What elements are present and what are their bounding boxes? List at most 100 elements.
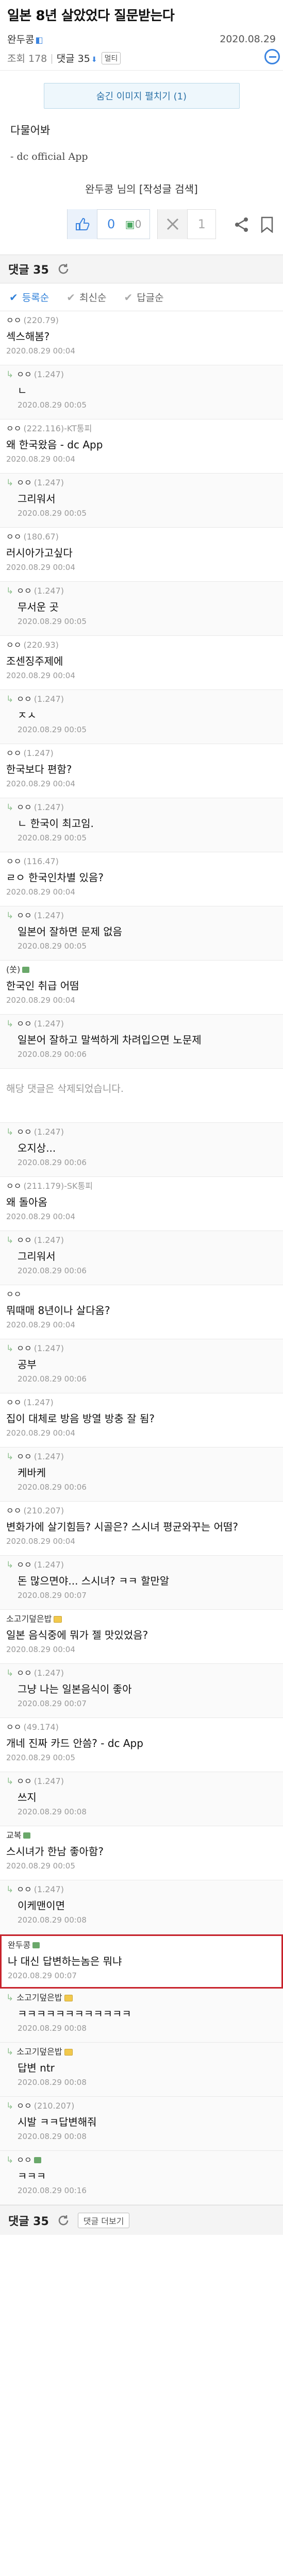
multi-chip[interactable]: 멀티 — [101, 52, 121, 64]
author-row: 완두콩 ◧ 2020.08.29 — [7, 32, 276, 46]
comment-nickname[interactable]: ㅇㅇ — [16, 2100, 31, 2112]
comment-timestamp: 2020.08.29 00:05 — [18, 617, 87, 626]
sort-replies[interactable]: ✔ 답글순 — [124, 290, 163, 304]
comment-ip: (220.93) — [23, 640, 59, 650]
share-icon[interactable] — [234, 216, 250, 233]
comment-nickname[interactable]: (쏫) — [6, 964, 20, 976]
comment-nickname[interactable]: ㅇㅇ — [16, 1451, 31, 1463]
comment-nickname[interactable]: ㅇㅇ — [16, 2154, 31, 2166]
reply-arrow-icon: ↳ — [6, 369, 14, 380]
comment-nickname[interactable]: ㅇㅇ — [16, 693, 31, 705]
author-info[interactable]: 완두콩 ◧ — [7, 32, 43, 46]
comment-text: 일본어 잘하면 문제 없음 — [18, 925, 123, 938]
reply-arrow-icon: ↳ — [6, 802, 14, 813]
downvote-button[interactable] — [158, 209, 188, 239]
comment-item: 해당 댓글은 삭제되었습니다. — [0, 1069, 283, 1123]
comment-author-row: ㅇㅇ (211.179)-SK통피 — [6, 1180, 277, 1192]
comment-nickname[interactable]: ㅇㅇ — [16, 477, 31, 489]
comment-nickname[interactable]: 소고기덮은밥 — [16, 2046, 62, 2058]
comment-nickname[interactable]: ㅇㅇ — [16, 368, 31, 381]
reply-arrow-icon: ↳ — [6, 1560, 14, 1570]
comment-item: (쏫) 한국인 취급 어떰 2020.08.29 00:04 — [0, 961, 283, 1015]
comment-author-row: ↳ ㅇㅇ (1.247) — [6, 1126, 277, 1138]
comment-timestamp: 2020.08.29 00:08 — [18, 1915, 87, 1925]
comment-timestamp: 2020.08.29 00:05 — [6, 1753, 75, 1762]
check-icon: ✔ — [9, 291, 18, 304]
comment-text: ㅈㅅ — [18, 709, 37, 721]
comment-nickname[interactable]: ㅇㅇ — [16, 1775, 31, 1788]
comment-nickname[interactable]: ㅇㅇ — [6, 639, 21, 651]
comment-ip: (1.247) — [34, 369, 64, 379]
comment-nickname[interactable]: ㅇㅇ — [16, 910, 31, 922]
upvote-box: 0 ▣ 0 — [66, 209, 151, 239]
fixed-vote[interactable]: ▣ 0 — [125, 218, 142, 230]
comment-nickname[interactable]: ㅇㅇ — [6, 855, 21, 868]
reply-arrow-icon: ↳ — [6, 1776, 14, 1787]
comment-nickname[interactable]: ㅇㅇ — [16, 1667, 31, 1679]
comment-timestamp: 2020.08.29 00:07 — [18, 1699, 87, 1708]
comment-author-row: ㅇㅇ (220.79) — [6, 314, 277, 327]
comment-nickname[interactable]: ㅇㅇ — [16, 1883, 31, 1896]
comment-count-link[interactable]: 댓글 35 ⬇ — [57, 51, 97, 65]
comment-author-row: ↳ ㅇㅇ (1.247) — [6, 1667, 277, 1679]
comment-item: 교복 스시녀가 한남 좋아함? 2020.08.29 00:05 — [0, 1826, 283, 1880]
sort-latest[interactable]: ✔ 최신순 — [66, 290, 106, 304]
comment-nickname[interactable]: 소고기덮은밥 — [16, 1992, 62, 2004]
comment-nickname[interactable]: 교복 — [6, 1829, 21, 1842]
comment-item: ㅇㅇ (220.79) 섹스해봄? 2020.08.29 00:04 — [0, 311, 283, 365]
refresh-icon[interactable] — [57, 263, 70, 275]
comment-nickname[interactable]: ㅇㅇ — [6, 531, 21, 543]
comment-text: 쓰지 — [18, 1791, 37, 1804]
zoom-out-icon[interactable] — [264, 49, 280, 64]
comment-nickname[interactable]: ㅇㅇ — [6, 1180, 21, 1192]
comment-nickname[interactable]: ㅇㅇ — [6, 1288, 21, 1301]
comment-ip: (1.247) — [34, 911, 64, 920]
reply-item: ↳ ㅇㅇ ㅋㅋㅋ 2020.08.29 00:16 — [0, 2151, 283, 2205]
comment-nickname[interactable]: ㅇㅇ — [6, 747, 21, 760]
comment-item: 완두콩 나 대신 답변하는놈은 뭐냐 2020.08.29 00:07 — [0, 1934, 283, 1989]
comment-item: ㅇㅇ (210.207) 변화가에 살기힘듬? 시골은? 스시녀 평균와꾸는 어떰?… — [0, 1502, 283, 1556]
comment-timestamp: 2020.08.29 00:06 — [18, 1158, 87, 1167]
comment-nickname[interactable]: ㅇㅇ — [16, 1234, 31, 1247]
more-comments-button[interactable]: 댓글 더보기 — [77, 2212, 130, 2228]
comment-nickname[interactable]: ㅇㅇ — [16, 1559, 31, 1571]
comment-nickname[interactable]: ㅇㅇ — [6, 423, 21, 435]
comment-ip: (180.67) — [23, 532, 59, 542]
comment-nickname[interactable]: 소고기덮은밥 — [6, 1613, 52, 1625]
comment-nickname[interactable]: ㅇㅇ — [16, 1126, 31, 1138]
comment-nickname[interactable]: ㅇㅇ — [6, 1721, 21, 1733]
comment-nickname[interactable]: ㅇㅇ — [16, 1018, 31, 1030]
refresh-icon[interactable] — [57, 2214, 70, 2227]
comment-text: 조센징주제에 — [6, 655, 63, 667]
comment-ip: (1.247) — [34, 1019, 64, 1029]
sort-registered[interactable]: ✔ 등록순 — [9, 290, 49, 304]
reply-arrow-icon: ↳ — [6, 1993, 14, 2003]
reply-arrow-icon: ↳ — [6, 911, 14, 921]
comment-nickname[interactable]: ㅇㅇ — [6, 314, 21, 327]
comment-timestamp: 2020.08.29 00:04 — [6, 779, 75, 788]
upvote-button[interactable] — [67, 209, 97, 239]
author-name[interactable]: 완두콩 — [7, 34, 34, 45]
bookmark-icon[interactable] — [260, 216, 274, 233]
comment-nickname[interactable]: ㅇㅇ — [6, 1505, 21, 1517]
search-posts-link[interactable]: [작성글 검색] — [139, 183, 198, 195]
post-page: 일본 8년 살았었다 질문받는다 완두콩 ◧ 2020.08.29 조회 178 … — [0, 0, 283, 2235]
comment-author-row: ㅇㅇ (222.116)-KT통피 — [6, 423, 277, 435]
reply-item: ↳ ㅇㅇ (210.207) 시발 ㅋㅋ답변해줘 2020.08.29 00:08 — [0, 2097, 283, 2151]
comment-nickname[interactable]: 완두콩 — [8, 1939, 30, 1951]
comment-nickname[interactable]: ㅇㅇ — [16, 1342, 31, 1355]
comment-nickname[interactable]: ㅇㅇ — [6, 1396, 21, 1409]
reply-item: ↳ ㅇㅇ (1.247) 일본어 잘하고 말썩하게 차려입으면 노문제 2020.08.… — [0, 1015, 283, 1069]
comment-nickname[interactable]: ㅇㅇ — [16, 801, 31, 814]
comment-text: 스시녀가 한남 좋아함? — [6, 1845, 104, 1858]
comment-author-row: ↳ ㅇㅇ (1.247) — [6, 477, 277, 489]
comment-item: ㅇㅇ (49.174) 개네 진짜 카드 안씀? - dc App 2020.08.2… — [0, 1718, 283, 1772]
show-hidden-images-button[interactable]: 숨긴 이미지 펼치기 (1) — [43, 83, 240, 109]
comment-author-row: ↳ ㅇㅇ (210.207) — [6, 2100, 277, 2112]
comment-author-row: ↳ ㅇㅇ (1.247) — [6, 801, 277, 814]
comment-ip: (1.247) — [34, 1776, 64, 1786]
reply-arrow-icon: ↳ — [6, 1884, 14, 1895]
comment-ip: (1.247) — [34, 1343, 64, 1353]
comment-nickname[interactable]: ㅇㅇ — [16, 585, 31, 597]
reply-item: ↳ ㅇㅇ (1.247) 그리워서 2020.08.29 00:05 — [0, 474, 283, 528]
